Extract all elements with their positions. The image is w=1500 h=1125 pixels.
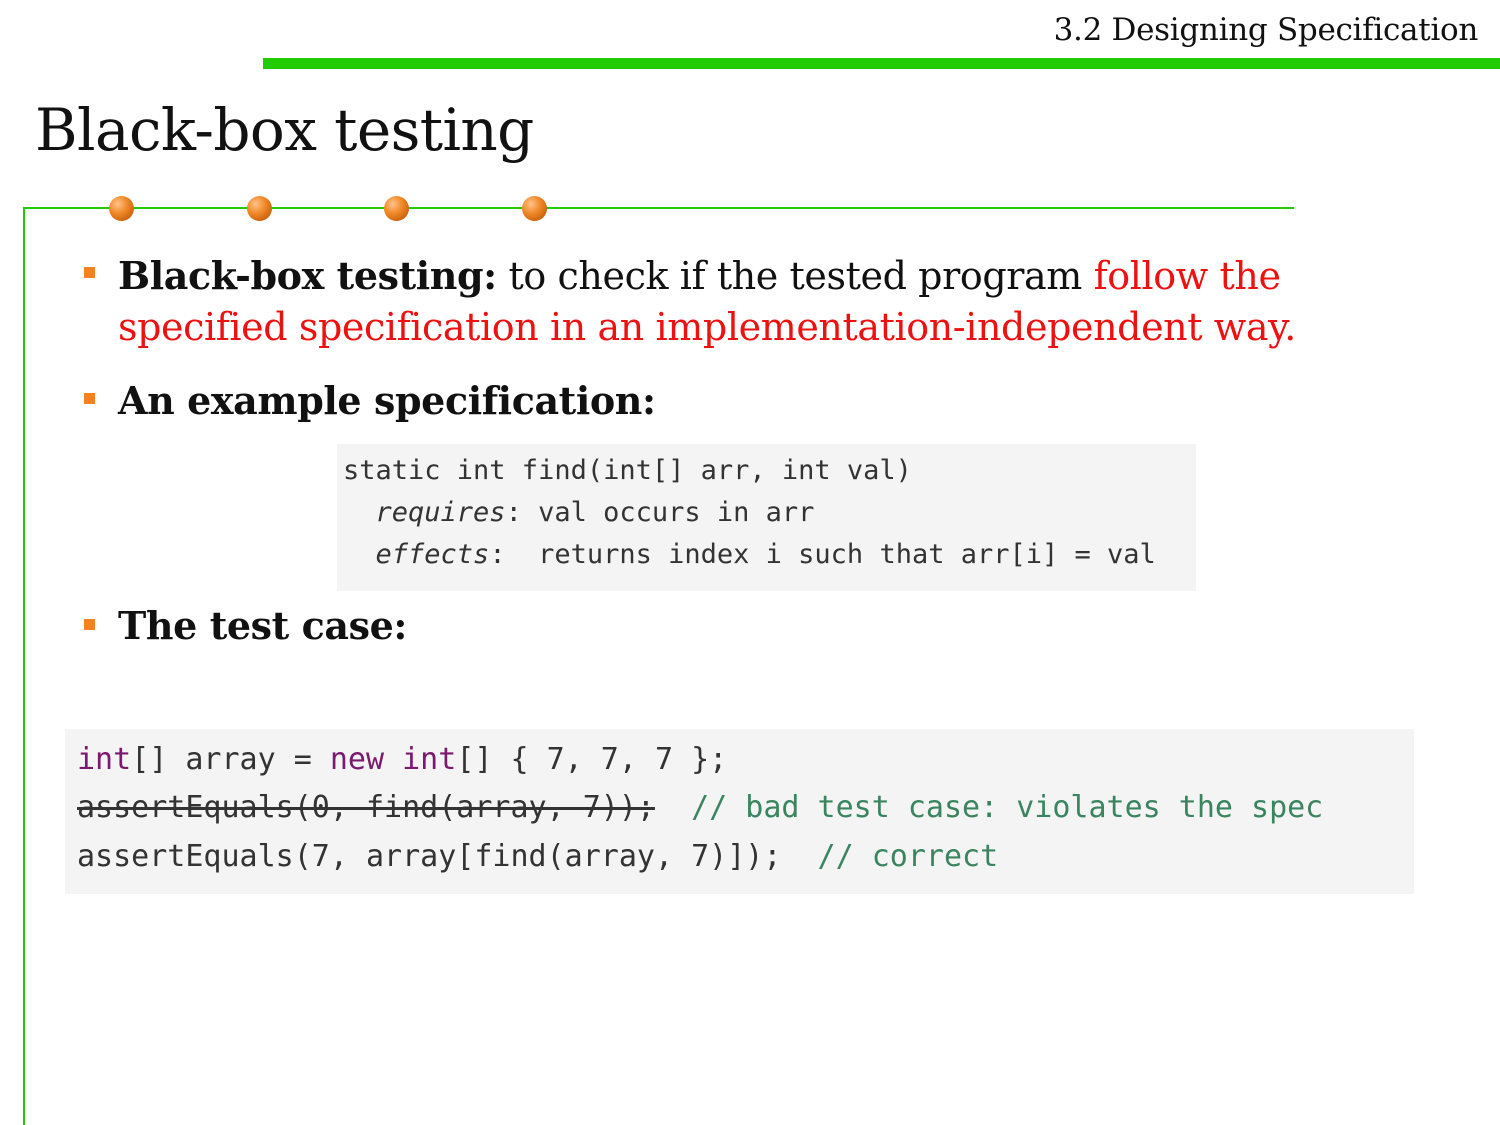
decorative-dot-2: [247, 196, 272, 221]
slide: 3.2 Designing Specification Black-box te…: [0, 0, 1500, 1125]
bullet-1: Black-box testing: to check if the teste…: [118, 250, 1408, 353]
code-comment-correct: // correct: [817, 839, 999, 874]
bullet-marker-1: [84, 267, 95, 278]
code-gap: [781, 839, 817, 874]
decorative-dot-1: [109, 196, 134, 221]
code-keyword-int: int: [77, 742, 132, 777]
spec-effects-label: effects: [375, 539, 490, 570]
spec-effects-text: : returns index i such that arr[i] = val: [489, 539, 1156, 570]
code-text: [] { 7, 7, 7 };: [456, 742, 728, 777]
code-line-1: int[] array = new int[] { 7, 7, 7 };: [77, 742, 727, 777]
bullet-3: The test case:: [118, 600, 407, 652]
code-line-3: assertEquals(7, array[find(array, 7)]); …: [77, 839, 998, 874]
code-line-2: assertEquals(0, find(array, 7)); // bad …: [77, 790, 1323, 825]
spec-effects-line: effects: returns index i such that arr[i…: [343, 539, 1156, 570]
spec-requires-line: requires: val occurs in arr: [343, 497, 815, 528]
spec-requires-label: requires: [375, 497, 506, 528]
spec-requires-text: : val occurs in arr: [505, 497, 815, 528]
bullet-2: An example specification:: [118, 375, 656, 427]
bullet-3-term: The test case:: [118, 603, 407, 648]
header-accent-bar: [263, 58, 1500, 69]
code-keyword-int: int: [402, 742, 457, 777]
spec-signature: static int find(int[] arr, int val): [343, 455, 912, 486]
bullet-1-text: to check if the tested program: [496, 254, 1094, 298]
code-keyword-new: new: [329, 742, 385, 777]
title-divider: [23, 207, 1294, 209]
bullet-marker-3: [84, 619, 95, 630]
left-border-rule: [23, 207, 25, 1125]
code-gap: [655, 790, 691, 825]
code-struck-assert: assertEquals(0, find(array, 7));: [77, 790, 655, 825]
bullet-2-term: An example specification:: [118, 378, 656, 423]
code-text: [] array =: [131, 742, 330, 777]
bullet-1-term: Black-box testing:: [118, 253, 497, 298]
code-correct-assert: assertEquals(7, array[find(array, 7)]);: [77, 839, 782, 874]
slide-title: Black-box testing: [35, 96, 534, 164]
bullet-marker-2: [84, 393, 95, 404]
section-label: 3.2 Designing Specification: [1053, 12, 1479, 48]
decorative-dot-4: [522, 196, 547, 221]
code-comment-bad: // bad test case: violates the spec: [691, 790, 1324, 825]
decorative-dot-3: [384, 196, 409, 221]
